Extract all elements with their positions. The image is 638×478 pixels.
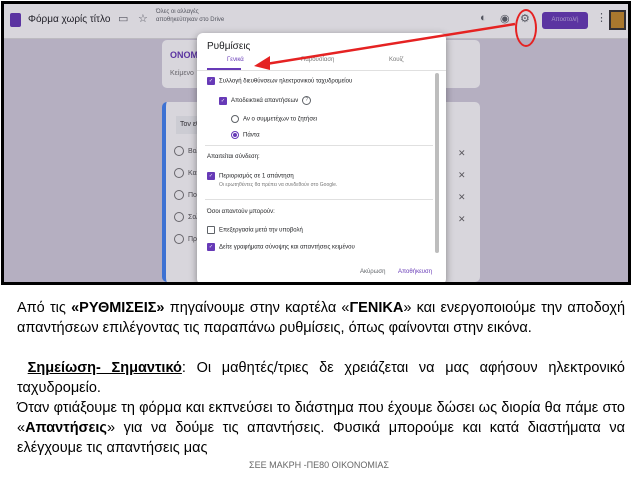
caption-text: Από τις — [17, 300, 72, 316]
footer-credit: ΣΕΕ ΜΑΚΡΗ -ΠΕ80 ΟΙΚΟΝΟΜΙΑΣ — [249, 460, 389, 470]
caption-bold: ΓΕΝΙΚΑ — [349, 300, 404, 316]
caption-paragraph-1: Από τις «ΡΥΘΜΙΣΕΙΣ» πηγαίνουμε στην καρτ… — [17, 298, 625, 338]
annotation-arrow — [254, 22, 516, 70]
caption-paragraph-2: Σημείωση- Σημαντικό: Οι μαθητές/τριες δε… — [17, 358, 625, 398]
caption-text: » για να δούμε τις απαντήσεις. Φυσικά μπ… — [17, 420, 625, 456]
caption-bold: Απαντήσεις — [25, 420, 107, 436]
caption-bold-underline: Σημείωση- Σημαντικό — [27, 360, 182, 376]
arrow-head — [254, 56, 270, 70]
caption-paragraph-3: Όταν φτιάξουμε τη φόρμα και εκπνεύσει το… — [17, 398, 625, 458]
screenshot-frame: Φόρμα χωρίς τίτλο ▭ ☆ Όλες οι αλλαγές απ… — [1, 1, 631, 285]
caption-text: πηγαίνουμε στην καρτέλα « — [164, 300, 350, 316]
caption-bold: «ΡΥΘΜΙΣΕΙΣ» — [71, 300, 165, 316]
arrow-line — [265, 22, 516, 66]
